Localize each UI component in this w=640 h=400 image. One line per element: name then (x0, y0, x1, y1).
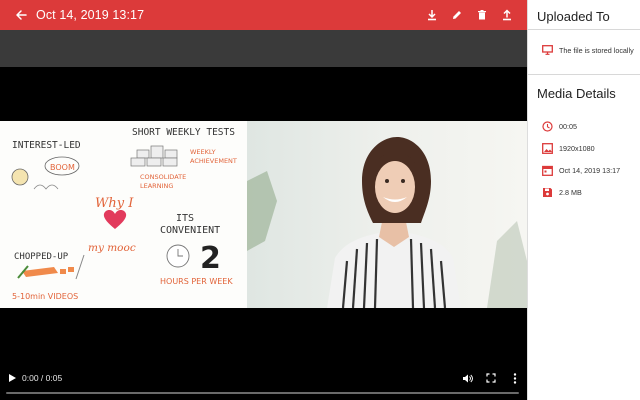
sketch-text-hours: HOURS PER WEEK (160, 277, 233, 286)
play-button[interactable] (6, 372, 18, 384)
volume-icon (462, 374, 473, 382)
clock-icon (541, 120, 553, 132)
media-title: Oct 14, 2019 13:17 (36, 8, 145, 22)
date-text: Oct 14, 2019 13:17 (559, 165, 621, 175)
download-button[interactable] (420, 3, 444, 27)
edit-button[interactable] (445, 3, 469, 27)
sketch-text-boom: BOOM (50, 163, 75, 172)
sketch-text-weekly: WEEKLY (190, 148, 216, 156)
divider (528, 74, 640, 75)
uploaded-to-heading: Uploaded To (537, 9, 610, 24)
volume-button[interactable] (460, 371, 474, 385)
fullscreen-icon (486, 373, 496, 383)
resolution-text: 1920x1080 (559, 143, 595, 153)
more-options-button[interactable] (508, 371, 522, 385)
storage-location-row: The file is stored locally (528, 43, 640, 57)
more-vertical-icon (513, 372, 517, 384)
video-frame[interactable]: INTEREST-LED BOOM SHORT WEEKLY TESTS WEE… (0, 121, 527, 308)
save-icon (541, 186, 553, 198)
calendar-icon (541, 164, 553, 176)
sketch-text-videos: 5-10min VIDEOS (12, 292, 78, 301)
time-display: 0:00 / 0:05 (22, 373, 63, 383)
monitor-icon (541, 44, 553, 56)
upload-icon (503, 9, 511, 21)
resolution-row: 1920x1080 (528, 141, 640, 155)
details-panel: Uploaded To The file is stored locally M… (527, 0, 640, 400)
delete-icon (478, 10, 486, 20)
sketch-text-its: ITS (176, 213, 194, 224)
sketch-text-achievement: ACHIEVEMENT (190, 157, 237, 165)
play-icon (8, 374, 16, 382)
duration-text: 00:05 (559, 121, 577, 131)
progress-track[interactable] (6, 392, 519, 394)
arrow-left-icon (16, 10, 27, 20)
download-icon (428, 10, 436, 21)
sketch-text-interest: INTEREST-LED (12, 140, 81, 151)
toolbar-actions (420, 0, 527, 30)
sketch-text-convenient: CONVENIENT (160, 225, 220, 236)
media-viewer: Oct 14, 2019 13:17 INTEREST-LED BOOM SHO… (0, 0, 527, 400)
file-size-text: 2.8 MB (559, 187, 582, 197)
sketch-text-chopped: CHOPPED-UP (14, 252, 69, 262)
image-icon (541, 142, 553, 154)
file-size-row: 2.8 MB (528, 185, 640, 199)
video-top-shade (0, 30, 527, 67)
date-row: Oct 14, 2019 13:17 (528, 163, 640, 177)
sketch-text-learning: LEARNING (140, 182, 173, 190)
media-details-heading: Media Details (537, 86, 616, 101)
back-button[interactable] (14, 8, 28, 22)
duration-row: 00:05 (528, 119, 640, 133)
storage-location-text: The file is stored locally (559, 45, 634, 55)
delete-button[interactable] (470, 3, 494, 27)
sketch-text-why: Why I (95, 196, 134, 211)
sketch-text-mooc: my mooc (88, 242, 136, 254)
sketch-text-two: 2 (200, 241, 221, 276)
sketchnote-illustration: INTEREST-LED BOOM SHORT WEEKLY TESTS WEE… (0, 121, 247, 308)
fullscreen-button[interactable] (484, 371, 498, 385)
video-controls: 0:00 / 0:05 (0, 364, 527, 400)
edit-icon (453, 11, 461, 19)
top-bar: Oct 14, 2019 13:17 (0, 0, 527, 30)
sketch-text-tests: SHORT WEEKLY TESTS (132, 127, 235, 138)
sketch-text-consolidate: CONSOLIDATE (140, 173, 186, 181)
presenter-photo (247, 121, 527, 308)
divider (528, 29, 640, 30)
upload-button[interactable] (495, 3, 519, 27)
